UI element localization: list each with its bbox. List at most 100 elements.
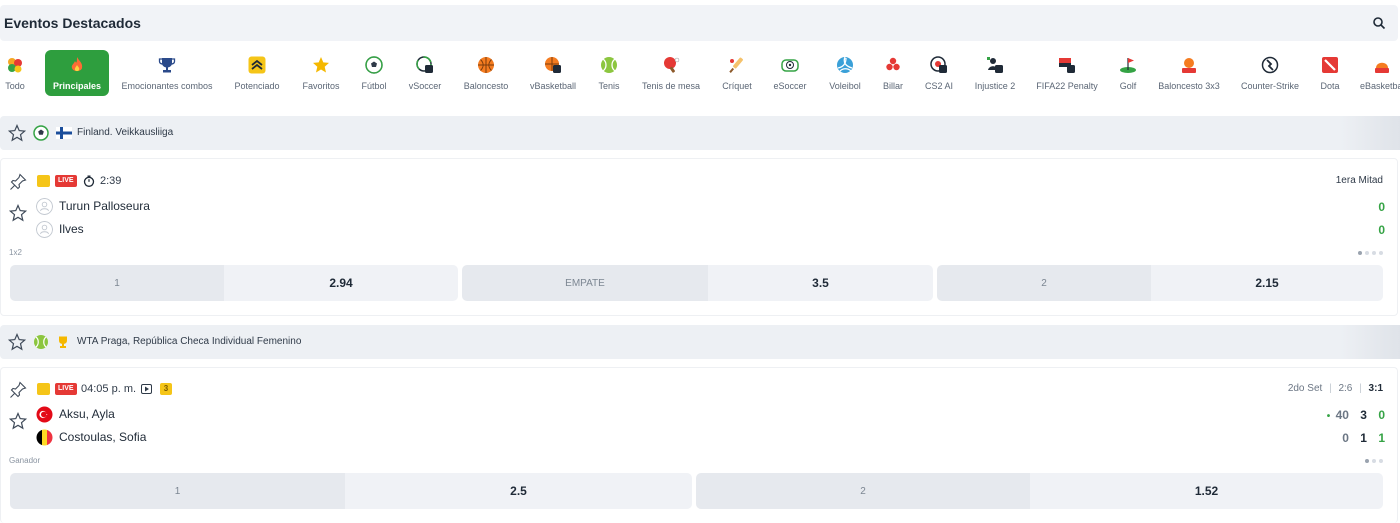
- pagination-dots[interactable]: [1358, 251, 1383, 255]
- search-icon[interactable]: [1372, 16, 1386, 30]
- tab-esoccer[interactable]: eSoccer: [770, 50, 810, 96]
- tab-label: FIFA22 Penalty: [1036, 81, 1098, 91]
- team-home[interactable]: Turun Palloseura: [59, 199, 150, 213]
- star-outline-icon[interactable]: [9, 204, 27, 222]
- tab-label: Favoritos: [302, 81, 340, 91]
- tab-vbasketball[interactable]: vBasketball: [526, 50, 580, 96]
- tab-tenis[interactable]: Tenis: [594, 50, 624, 96]
- odds-button-1[interactable]: 1 2.94: [10, 265, 458, 301]
- league-name: WTA Praga, República Checa Individual Fe…: [77, 336, 302, 347]
- tab-baloncesto-3x3[interactable]: Baloncesto 3x3: [1156, 50, 1222, 96]
- odds-value: 3.5: [708, 265, 933, 301]
- odds-button-2[interactable]: 2 1.52: [696, 473, 1383, 509]
- video-icon[interactable]: [141, 384, 152, 394]
- markets-count-badge: 3: [160, 383, 172, 395]
- tab-label: Baloncesto: [463, 81, 509, 91]
- golf-icon: [1118, 55, 1138, 75]
- player-home[interactable]: Aksu, Ayla: [59, 407, 115, 421]
- stats-icon[interactable]: [37, 383, 50, 395]
- stopwatch-icon: [83, 175, 95, 187]
- tab-todo[interactable]: Todo: [0, 50, 30, 96]
- tab-ebasketball[interactable]: eBasketball: [1360, 50, 1400, 96]
- tab-billar[interactable]: Billar: [878, 50, 908, 96]
- fifa-icon: [1057, 55, 1077, 75]
- pin-icon[interactable]: [9, 173, 27, 191]
- tab-criquet[interactable]: Críquet: [718, 50, 756, 96]
- cricket-icon: [727, 55, 747, 75]
- tab-counter-strike[interactable]: Counter-Strike: [1238, 50, 1302, 96]
- market-label: Ganador: [9, 456, 41, 465]
- tab-favoritos[interactable]: Favoritos: [298, 50, 344, 96]
- fade-overlay: [1340, 116, 1400, 150]
- match-period: 1era Mitad: [1335, 175, 1383, 186]
- event-card[interactable]: LIVE 04:05 p. m. 3 2do Set | 2:6 | 3:1 A…: [0, 367, 1398, 523]
- tab-label: Injustice 2: [974, 81, 1016, 91]
- tab-vsoccer[interactable]: vSoccer: [404, 50, 446, 96]
- odds-label: 2: [696, 473, 1030, 509]
- tab-potenciado[interactable]: Potenciado: [228, 50, 286, 96]
- odds-button-1[interactable]: 1 2.5: [10, 473, 692, 509]
- odds-value: 2.5: [345, 473, 692, 509]
- tab-futbol[interactable]: Fútbol: [356, 50, 392, 96]
- odds-label: EMPATE: [462, 265, 708, 301]
- match-time: 04:05 p. m.: [81, 383, 137, 395]
- odds-button-2[interactable]: 2 2.15: [937, 265, 1383, 301]
- team-away[interactable]: Ilves: [59, 222, 84, 236]
- tab-tenis-de-mesa[interactable]: Tenis de mesa: [640, 50, 702, 96]
- match-time: 2:39: [100, 175, 122, 187]
- tab-golf[interactable]: Golf: [1114, 50, 1142, 96]
- tab-dota[interactable]: Dota: [1316, 50, 1344, 96]
- pin-icon[interactable]: [9, 381, 27, 399]
- odds-button-draw[interactable]: EMPATE 3.5: [462, 265, 933, 301]
- tab-baloncesto[interactable]: Baloncesto: [459, 50, 513, 96]
- tab-label: Potenciado: [234, 81, 280, 91]
- tab-label: Críquet: [722, 81, 752, 91]
- tennis-ball-icon: [34, 335, 48, 349]
- team-logo-placeholder-icon: [36, 221, 53, 238]
- star-outline-icon[interactable]: [8, 124, 26, 142]
- esoccer-icon: [780, 55, 800, 75]
- soccer-ball-icon: [33, 125, 49, 141]
- tab-fifa22-penalty[interactable]: FIFA22 Penalty: [1034, 50, 1100, 96]
- league-header[interactable]: WTA Praga, República Checa Individual Fe…: [0, 325, 1400, 359]
- belgium-flag-icon: [36, 429, 53, 446]
- tennis-ball-icon: [599, 55, 619, 75]
- tab-injustice-2[interactable]: Injustice 2: [970, 50, 1020, 96]
- serve-indicator: •: [1326, 411, 1331, 422]
- star-icon: [311, 55, 331, 75]
- league-name: Finland. Veikkausliiga: [77, 127, 174, 138]
- boost-icon: [247, 55, 267, 75]
- basketball-3x3-icon: [1179, 55, 1199, 75]
- pagination-dots[interactable]: [1365, 459, 1383, 463]
- score-away: 0: [1378, 223, 1385, 237]
- event-card[interactable]: LIVE 2:39 1era Mitad Turun Palloseura 0 …: [0, 158, 1398, 316]
- star-outline-icon[interactable]: [9, 412, 27, 430]
- tab-emocionantes-combos[interactable]: Emocionantes combos: [118, 50, 216, 96]
- sets-home: 0: [1378, 408, 1385, 422]
- team-logo-placeholder-icon: [36, 198, 53, 215]
- tab-label: Fútbol: [361, 81, 387, 91]
- star-outline-icon[interactable]: [8, 333, 26, 351]
- tab-label: Counter-Strike: [1240, 81, 1300, 91]
- tab-cs2-ai[interactable]: CS2 AI: [922, 50, 956, 96]
- score-home: 0: [1378, 200, 1385, 214]
- market-label: 1x2: [9, 248, 22, 257]
- live-badge: LIVE: [55, 175, 77, 187]
- tab-voleibol[interactable]: Voleibol: [826, 50, 864, 96]
- separator: |: [1329, 383, 1332, 394]
- tab-label: Emocionantes combos: [121, 81, 213, 91]
- tab-label: Baloncesto 3x3: [1158, 81, 1220, 91]
- league-header[interactable]: Finland. Veikkausliiga: [0, 116, 1400, 150]
- table-tennis-icon: [661, 55, 681, 75]
- soccer-ball-icon: [364, 55, 384, 75]
- live-badge: LIVE: [55, 383, 77, 395]
- games-home: 3: [1360, 408, 1367, 422]
- tab-label: eSoccer: [773, 81, 807, 91]
- tab-label: eBasketball: [1360, 81, 1400, 91]
- stats-icon[interactable]: [37, 175, 50, 187]
- score-home-row: • 40 3 0: [1327, 408, 1385, 422]
- tab-principales[interactable]: Principales: [45, 50, 109, 96]
- odds-value: 2.94: [224, 265, 458, 301]
- player-away[interactable]: Costoulas, Sofia: [59, 430, 146, 444]
- odds-value: 2.15: [1151, 265, 1383, 301]
